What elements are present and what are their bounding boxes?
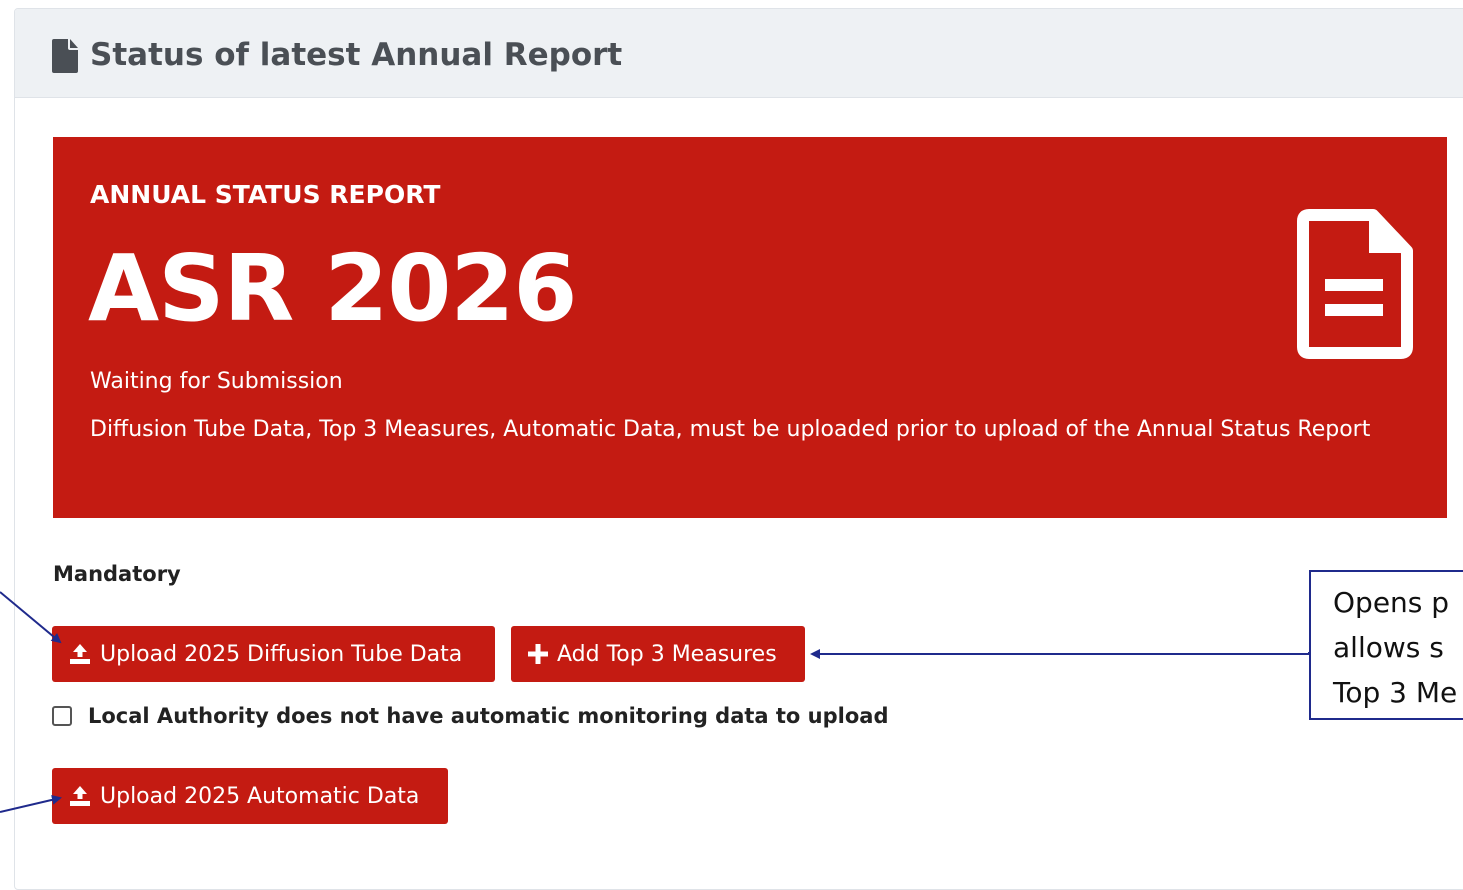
banner-title: ASR 2026 bbox=[88, 235, 577, 342]
upload-icon bbox=[70, 644, 90, 664]
upload-requirements-note: Diffusion Tube Data, Top 3 Measures, Aut… bbox=[90, 417, 1371, 442]
add-top3-label: Add Top 3 Measures bbox=[557, 641, 777, 667]
file-text-icon bbox=[1297, 209, 1413, 359]
asr-status-banner: ANNUAL STATUS REPORT ASR 2026 Waiting fo… bbox=[53, 137, 1447, 518]
mandatory-section-label: Mandatory bbox=[53, 562, 181, 586]
banner-eyebrow: ANNUAL STATUS REPORT bbox=[90, 180, 441, 209]
add-top-3-measures-button[interactable]: Add Top 3 Measures bbox=[511, 626, 805, 682]
upload-icon bbox=[70, 786, 90, 806]
annotation-line: Opens p bbox=[1333, 586, 1450, 619]
upload-diffusion-tube-data-button[interactable]: Upload 2025 Diffusion Tube Data bbox=[52, 626, 495, 682]
upload-diffusion-label: Upload 2025 Diffusion Tube Data bbox=[100, 641, 463, 667]
card-title: Status of latest Annual Report bbox=[90, 37, 623, 73]
annual-report-card: Status of latest Annual Report ANNUAL ST… bbox=[14, 8, 1463, 890]
plus-icon bbox=[528, 644, 548, 664]
annotation-callout: Opens p allows s Top 3 Me bbox=[1309, 570, 1463, 720]
card-header: Status of latest Annual Report bbox=[15, 9, 1463, 98]
no-automatic-data-label[interactable]: Local Authority does not have automatic … bbox=[88, 704, 888, 728]
no-automatic-data-checkbox[interactable] bbox=[52, 706, 72, 726]
file-icon bbox=[52, 39, 78, 73]
annotation-line: allows s bbox=[1333, 631, 1444, 664]
submission-status: Waiting for Submission bbox=[90, 369, 343, 394]
no-automatic-data-row: Local Authority does not have automatic … bbox=[52, 704, 888, 728]
upload-automatic-label: Upload 2025 Automatic Data bbox=[100, 783, 420, 809]
upload-automatic-data-button[interactable]: Upload 2025 Automatic Data bbox=[52, 768, 448, 824]
annotation-line: Top 3 Me bbox=[1333, 676, 1458, 709]
